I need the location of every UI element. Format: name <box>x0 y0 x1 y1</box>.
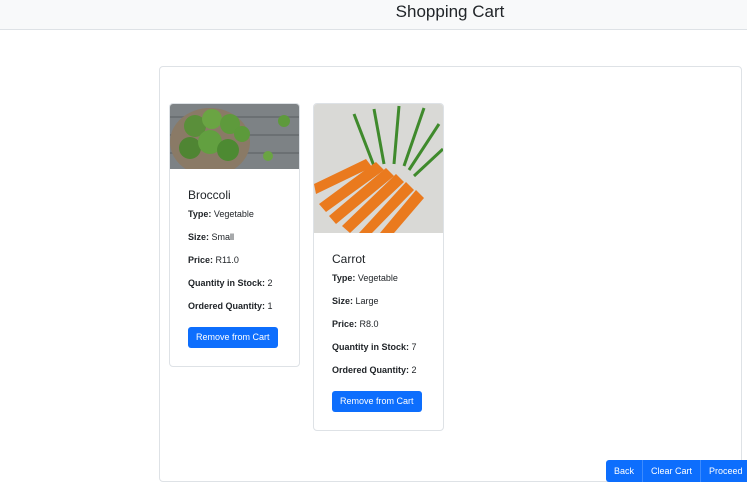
product-size: Size: Small <box>188 232 235 242</box>
product-ordered-quantity: Ordered Quantity: 1 <box>188 301 273 311</box>
back-button[interactable]: Back <box>606 460 643 482</box>
clear-cart-button[interactable]: Clear Cart <box>642 460 701 482</box>
product-price: Price: R8.0 <box>332 319 379 329</box>
product-name: Carrot <box>332 252 366 266</box>
proceed-button[interactable]: Proceed <box>700 460 747 482</box>
product-ordered-quantity: Ordered Quantity: 2 <box>332 365 417 375</box>
product-type: Type: Vegetable <box>188 209 254 219</box>
page-title: Shopping Cart <box>395 2 505 21</box>
cart-actions: Back Clear Cart Proceed <box>606 460 747 482</box>
product-card-broccoli: Broccoli Type: Vegetable Size: Small Pri… <box>169 103 300 367</box>
top-bar: Shopping Cart <box>0 0 747 30</box>
product-type: Type: Vegetable <box>332 273 398 283</box>
broccoli-image <box>170 104 299 169</box>
product-price: Price: R11.0 <box>188 255 239 265</box>
product-stock: Quantity in Stock: 2 <box>188 278 273 288</box>
carrot-image <box>314 104 443 233</box>
product-size: Size: Large <box>332 296 379 306</box>
product-name: Broccoli <box>188 188 231 202</box>
remove-from-cart-button[interactable]: Remove from Cart <box>332 391 422 412</box>
product-card-carrot: Carrot Type: Vegetable Size: Large Price… <box>313 103 444 431</box>
product-stock: Quantity in Stock: 7 <box>332 342 417 352</box>
remove-from-cart-button[interactable]: Remove from Cart <box>188 327 278 348</box>
